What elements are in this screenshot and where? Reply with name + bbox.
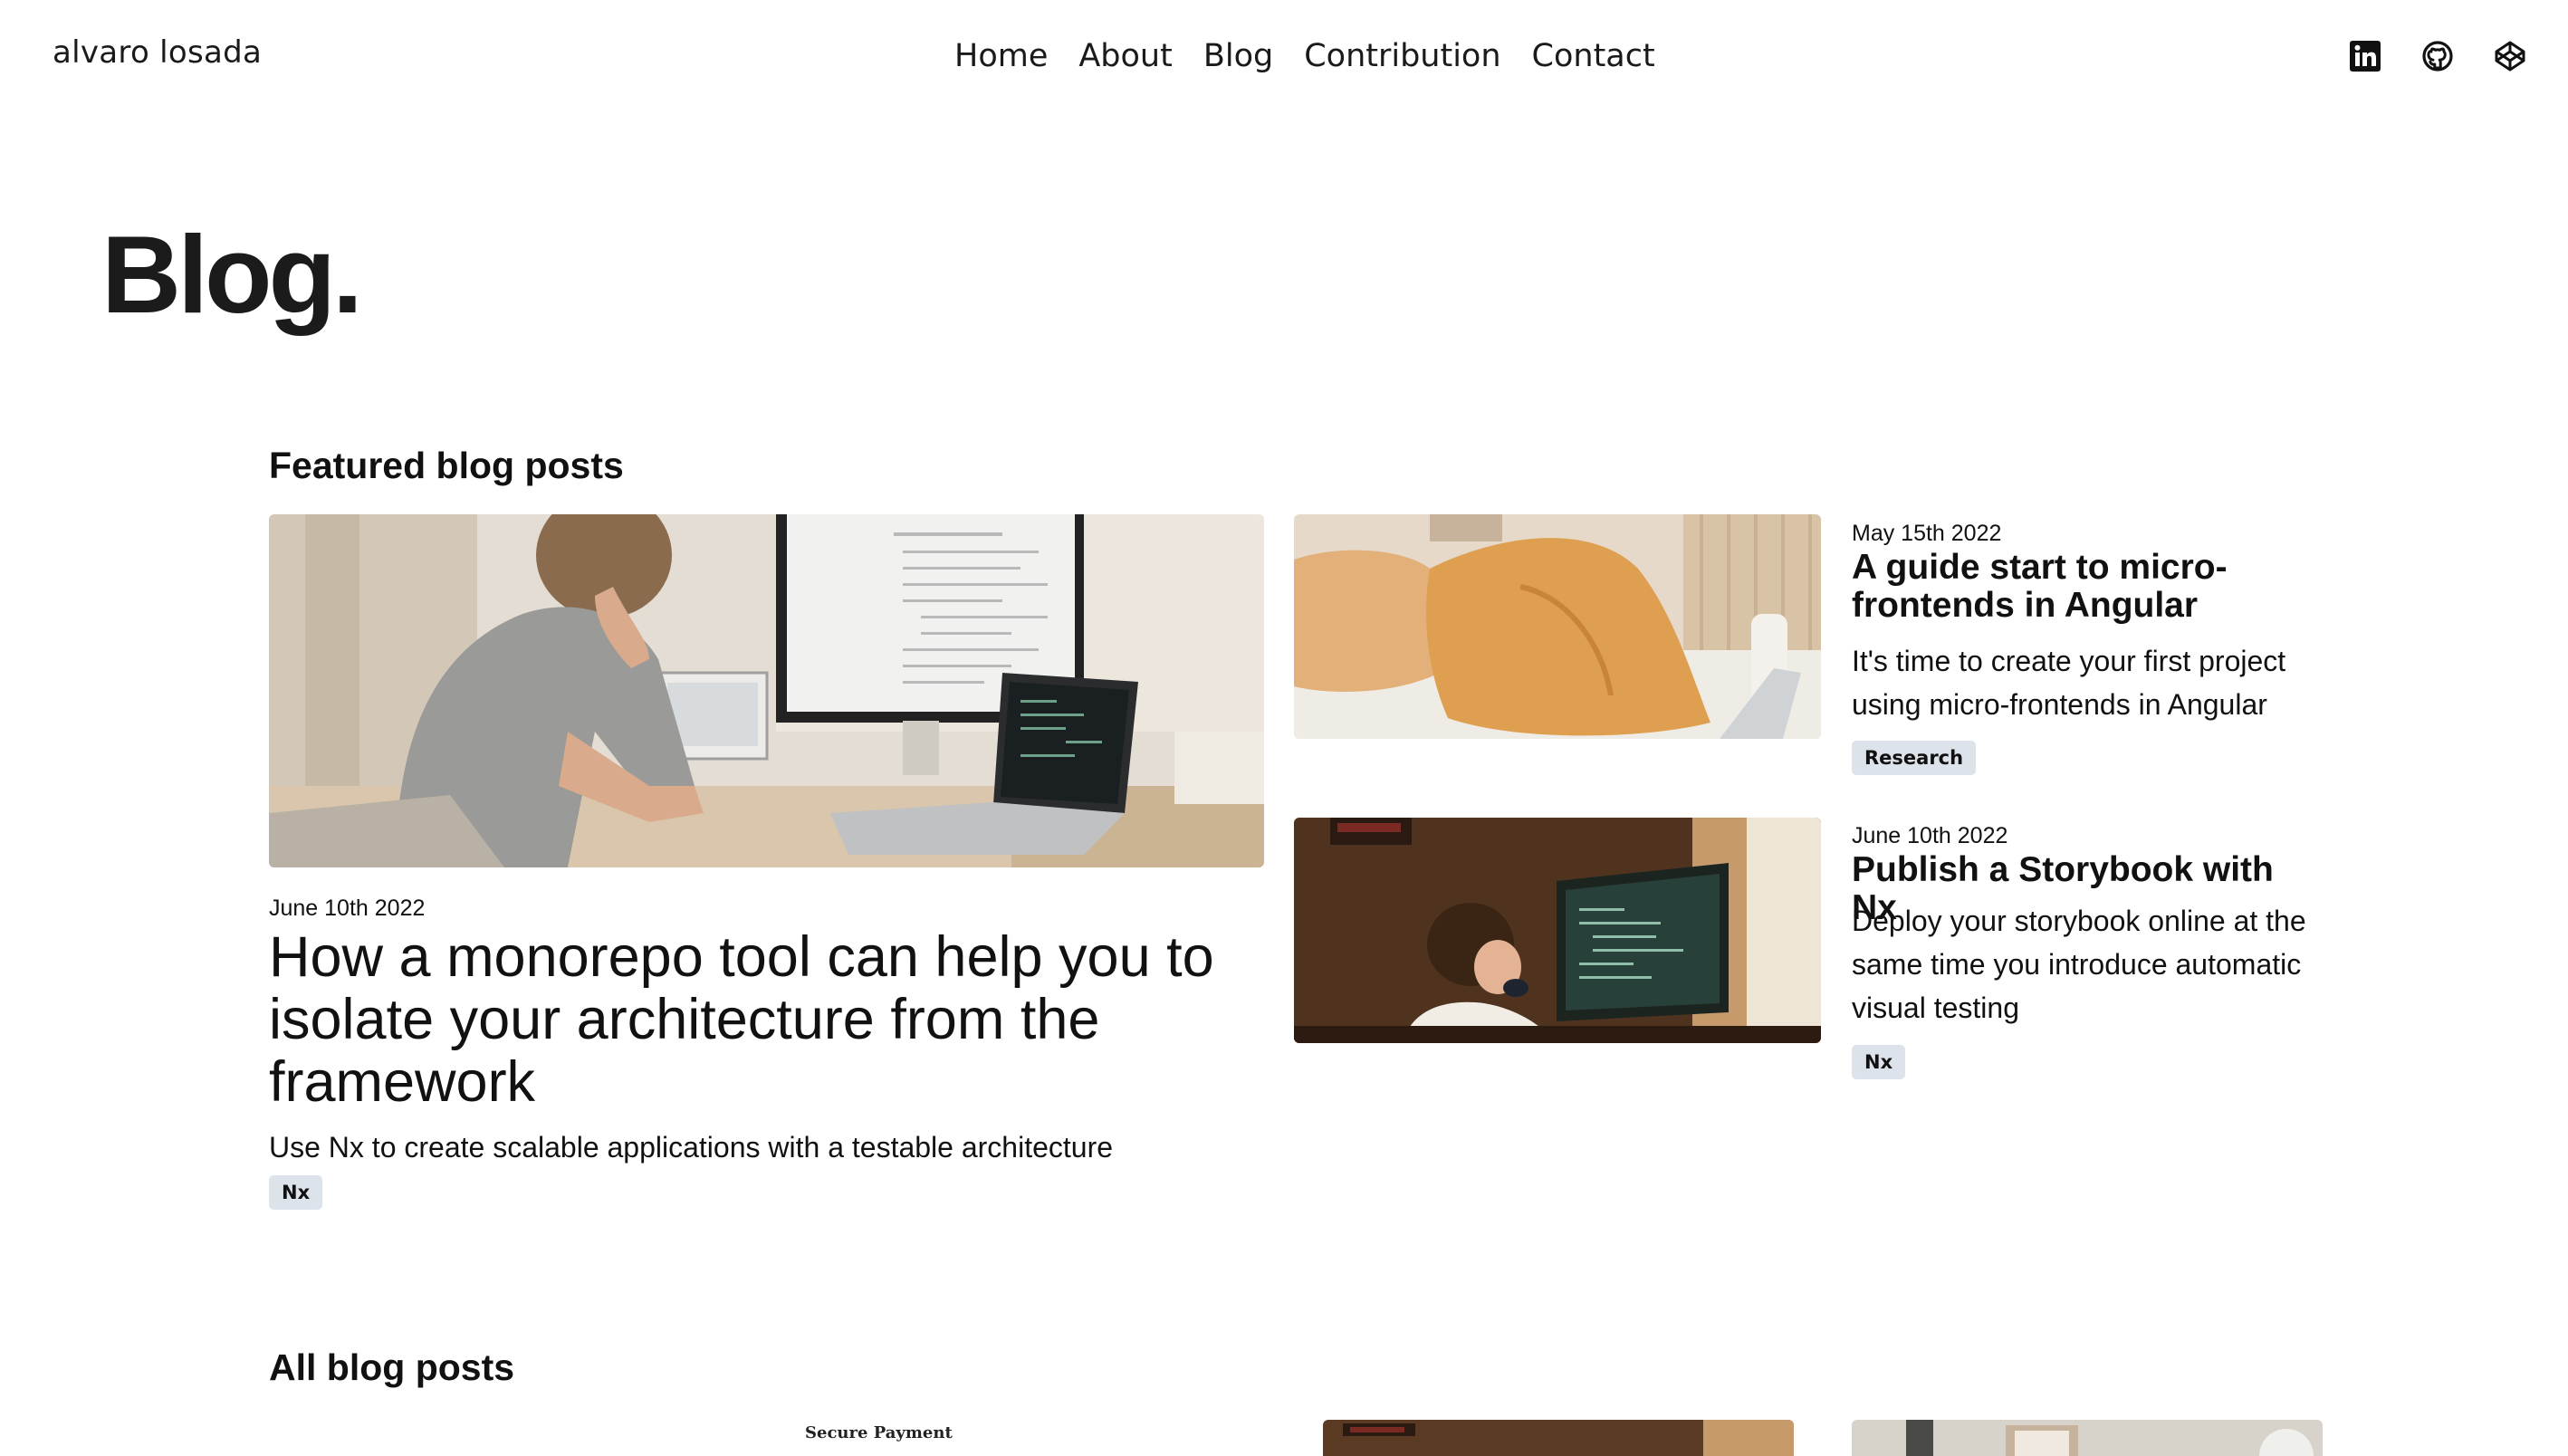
nav-home[interactable]: Home bbox=[954, 38, 1048, 74]
linkedin-icon[interactable] bbox=[2349, 40, 2381, 72]
codepen-icon[interactable] bbox=[2494, 40, 2526, 72]
post-image-orange-pillows[interactable] bbox=[1294, 514, 1821, 739]
nav-contribution[interactable]: Contribution bbox=[1304, 38, 1500, 74]
brand-logo-link[interactable]: alvaro losada bbox=[53, 34, 262, 71]
nav-contact[interactable]: Contact bbox=[1532, 38, 1655, 74]
post-tag[interactable]: Nx bbox=[1852, 1045, 1906, 1079]
post-title-link[interactable]: A guide start to micro-frontends in Angu… bbox=[1852, 549, 2304, 625]
featured-heading: Featured blog posts bbox=[269, 445, 624, 486]
post-image-preview-text: Secure Payment bbox=[805, 1423, 953, 1442]
post-date: June 10th 2022 bbox=[1852, 823, 2008, 848]
github-icon[interactable] bbox=[2421, 40, 2454, 72]
post-date: June 10th 2022 bbox=[269, 896, 426, 921]
post-excerpt: Deploy your storybook online at the same… bbox=[1852, 905, 2306, 1024]
post-image-developer-desk[interactable] bbox=[269, 514, 1264, 867]
nav-blog[interactable]: Blog bbox=[1203, 38, 1273, 74]
all-post-image-3[interactable] bbox=[1852, 1420, 2323, 1456]
post-date: May 15th 2022 bbox=[1852, 521, 2002, 546]
post-tag[interactable]: Research bbox=[1852, 741, 1977, 775]
nav-about[interactable]: About bbox=[1078, 38, 1172, 74]
all-post-image-2[interactable] bbox=[1323, 1420, 1794, 1456]
post-excerpt: It's time to create your first project u… bbox=[1852, 645, 2286, 721]
all-posts-heading: All blog posts bbox=[269, 1346, 515, 1388]
page-title: Blog. bbox=[101, 213, 363, 336]
post-excerpt: Use Nx to create scalable applications w… bbox=[269, 1131, 1114, 1164]
post-tag[interactable]: Nx bbox=[269, 1175, 323, 1210]
post-image-child-computer[interactable] bbox=[1294, 818, 1821, 1043]
main-nav: Home About Blog Contribution Contact bbox=[954, 33, 1655, 80]
post-title-link[interactable]: How a monorepo tool can help you to isol… bbox=[269, 926, 1247, 1114]
